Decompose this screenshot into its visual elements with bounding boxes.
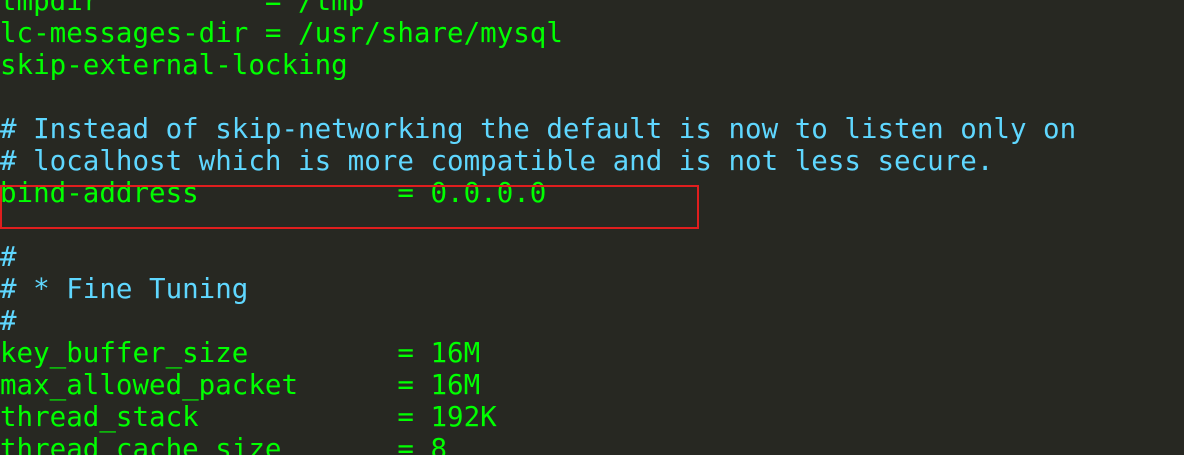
config-line-skip-external-locking: skip-external-locking [0, 49, 348, 81]
section-heading-fine-tuning: # * Fine Tuning [0, 273, 249, 305]
comment-line: # Instead of skip-networking the default… [0, 113, 1077, 145]
comment-line: # [0, 305, 17, 337]
config-line-thread-cache-size: thread_cache_size = 8 [0, 433, 448, 455]
config-line-max-allowed-packet: max_allowed_packet = 16M [0, 369, 481, 401]
comment-line: # [0, 241, 17, 273]
config-file-content: tmpdir = /tmp lc-messages-dir = /usr/sha… [0, 0, 1076, 455]
config-line-key-buffer-size: key_buffer_size = 16M [0, 337, 481, 369]
config-line-bind-address: bind-address = 0.0.0.0 [0, 177, 547, 209]
terminal-editor[interactable]: tmpdir = /tmp lc-messages-dir = /usr/sha… [0, 0, 1184, 455]
config-line-lc-messages-dir: lc-messages-dir = /usr/share/mysql [0, 17, 563, 49]
config-line-thread-stack: thread_stack = 192K [0, 401, 497, 433]
config-line-tmpdir: tmpdir = /tmp [0, 0, 365, 17]
comment-line: # localhost which is more compatible and… [0, 145, 994, 177]
